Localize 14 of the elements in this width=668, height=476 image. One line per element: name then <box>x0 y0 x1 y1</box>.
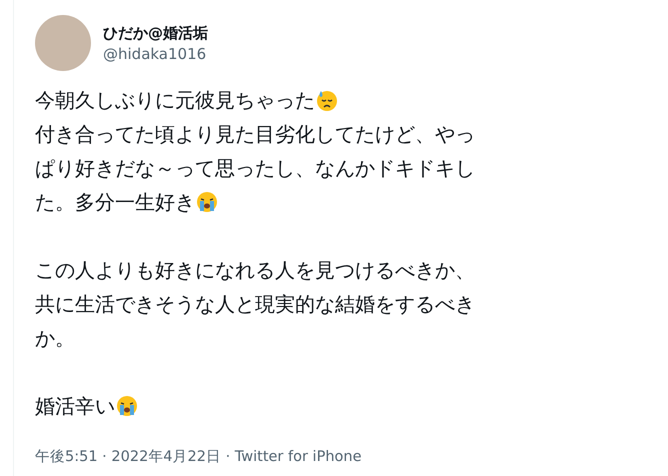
tweet-text: ぱり好きだな～って思ったし、なんかドキドキし <box>35 155 475 182</box>
crying-face-icon <box>195 190 219 214</box>
tweet-text: か。 <box>35 325 75 352</box>
tweet-text: 付き合ってた頃より見た目劣化してたけど、やっ <box>35 121 475 148</box>
author-handle[interactable]: @hidaka1016 <box>103 44 208 62</box>
tweet-timestamp[interactable]: 午後5:51 · 2022年4月22日 · Twitter for iPhone <box>35 447 668 466</box>
tweet-text: た。多分一生好き <box>35 189 195 216</box>
sweating-face-icon <box>315 88 339 112</box>
crying-face-icon <box>115 394 139 418</box>
author-name[interactable]: ひだか@婚活垢 <box>103 24 208 42</box>
tweet-text: 共に生活できそうな人と現実的な結婚をするべき <box>35 291 475 318</box>
tweet-text: 婚活辛い <box>35 393 115 420</box>
tweet-text: この人よりも好きになれる人を見つけるべきか、 <box>35 257 475 284</box>
tweet-text: 今朝久しぶりに元彼見ちゃった <box>35 87 315 114</box>
